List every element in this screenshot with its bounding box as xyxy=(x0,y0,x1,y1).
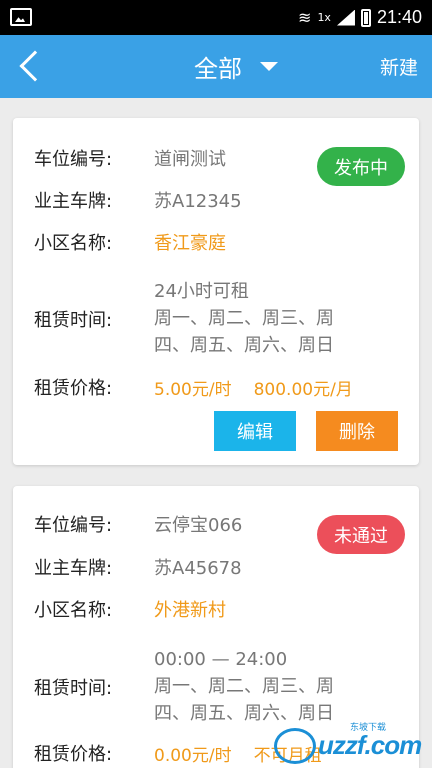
price-label: 租赁价格: xyxy=(34,378,113,399)
new-button[interactable]: 新建 xyxy=(380,53,418,80)
network-type-label: 1x xyxy=(317,11,331,24)
price-value: 5.00元/时 800.00元/月 xyxy=(154,375,353,400)
watermark-text: uzzf.com xyxy=(318,730,422,760)
plate-row: 业主车牌: 苏A12345 xyxy=(34,187,242,213)
spot-row: 车位编号: 云停宝066 xyxy=(34,511,242,537)
spot-row: 车位编号: 道闸测试 xyxy=(34,145,226,171)
price-row: 租赁价格: 5.00元/时 800.00元/月 xyxy=(34,374,353,400)
parking-card[interactable]: 车位编号: 道闸测试 发布中 业主车牌: 苏A12345 小区名称: 香江豪庭 … xyxy=(13,118,419,465)
spot-value: 道闸测试 xyxy=(154,149,226,170)
time-days-line1: 周一、周二、周三、周 xyxy=(154,676,334,697)
status-badge: 未通过 xyxy=(317,515,405,554)
delete-button[interactable]: 删除 xyxy=(316,411,398,451)
price-hour: 5.00元/时 xyxy=(154,379,232,400)
status-time: 21:40 xyxy=(376,7,422,27)
wifi-icon: ≋ xyxy=(298,8,312,27)
price-month: 800.00元/月 xyxy=(253,379,353,400)
time-days-line2: 四、周五、周六、周日 xyxy=(154,335,334,356)
watermark-logo-icon xyxy=(274,728,316,764)
time-row: 租赁时间: 00:00 — 24:00 周一、周二、周三、周 四、周五、周六、周… xyxy=(34,646,334,727)
status-badge: 发布中 xyxy=(317,147,405,186)
site-watermark: 东坡下载 uzzf.com xyxy=(274,723,424,766)
plate-row: 业主车牌: 苏A45678 xyxy=(34,554,242,580)
community-row: 小区名称: 外港新村 xyxy=(34,596,226,622)
edit-button[interactable]: 编辑 xyxy=(214,411,296,451)
time-days-line2: 四、周五、周六、周日 xyxy=(154,703,334,724)
time-hours: 00:00 — 24:00 xyxy=(154,649,288,670)
caret-down-icon xyxy=(260,62,278,71)
plate-value: 苏A12345 xyxy=(154,191,242,212)
image-icon xyxy=(10,8,32,26)
status-icons: ≋ 1x 21:40 xyxy=(298,0,422,35)
time-row: 租赁时间: 24小时可租 周一、周二、周三、周 四、周五、周六、周日 xyxy=(34,278,334,359)
community-label: 小区名称: xyxy=(34,233,113,254)
community-value: 外港新村 xyxy=(154,600,226,621)
plate-label: 业主车牌: xyxy=(34,558,113,579)
time-label: 租赁时间: xyxy=(34,309,113,331)
plate-label: 业主车牌: xyxy=(34,191,113,212)
time-hours: 24小时可租 xyxy=(154,281,249,302)
spot-label: 车位编号: xyxy=(34,515,113,536)
time-value: 00:00 — 24:00 周一、周二、周三、周 四、周五、周六、周日 xyxy=(154,646,334,727)
price-hour: 0.00元/时 xyxy=(154,745,232,766)
time-value: 24小时可租 周一、周二、周三、周 四、周五、周六、周日 xyxy=(154,278,334,359)
battery-icon xyxy=(360,8,371,27)
community-value: 香江豪庭 xyxy=(154,233,226,254)
page-title: 全部 xyxy=(194,55,242,83)
community-label: 小区名称: xyxy=(34,600,113,621)
community-row: 小区名称: 香江豪庭 xyxy=(34,229,226,255)
filter-dropdown[interactable]: 全部 xyxy=(0,35,432,98)
app-bar: 全部 新建 xyxy=(0,35,432,98)
spot-value: 云停宝066 xyxy=(154,515,243,536)
time-label: 租赁时间: xyxy=(34,677,113,699)
spot-label: 车位编号: xyxy=(34,149,113,170)
signal-icon xyxy=(337,10,355,26)
status-bar: ≋ 1x 21:40 xyxy=(0,0,432,35)
plate-value: 苏A45678 xyxy=(154,558,242,579)
time-days-line1: 周一、周二、周三、周 xyxy=(154,308,334,329)
price-label: 租赁价格: xyxy=(34,744,113,765)
